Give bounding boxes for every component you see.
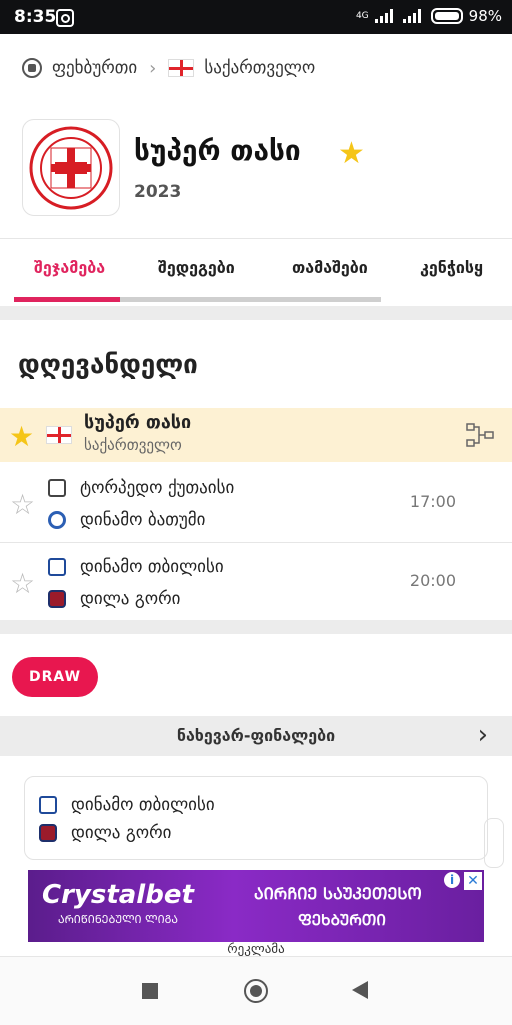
- card-team-1-name: დინამო თბილისი: [71, 795, 215, 815]
- away-team: დინამო ბათუმი: [48, 508, 205, 532]
- tab-summary[interactable]: შეჯამება: [34, 258, 105, 277]
- competition-title: სუპერ თასი: [134, 134, 301, 167]
- status-time: 8:35: [14, 7, 57, 27]
- card-team-2: დილა გორი: [39, 821, 171, 845]
- back-icon[interactable]: [352, 981, 368, 999]
- match-star-icon[interactable]: ☆: [10, 567, 35, 600]
- match-star-icon[interactable]: ☆: [10, 488, 35, 521]
- tab-active-indicator: [14, 297, 120, 302]
- recents-icon[interactable]: [142, 983, 158, 999]
- ad-label: რეკლამა: [227, 942, 285, 957]
- ad-info-icon[interactable]: i: [444, 872, 460, 888]
- match-row[interactable]: ☆ ტორპედო ქუთაისი დინამო ბათუმი 17:00: [0, 464, 512, 543]
- tab-results[interactable]: შედეგები: [158, 258, 235, 277]
- bracket-card-next[interactable]: [484, 818, 504, 868]
- torpedo-crest-icon: [48, 479, 66, 497]
- ad-subtitle: ᲐᲠᲘᲬᲘᲜᲔᲑᲣᲚᲘ ᲚᲘᲒᲐ: [58, 913, 178, 926]
- chevron-right-icon: ›: [149, 57, 157, 79]
- dinamo-tbilisi-crest-icon: [48, 558, 66, 576]
- away-team-name: დინამო ბათუმი: [80, 510, 206, 530]
- card-team-2-name: დილა გორი: [71, 823, 172, 843]
- dila-gori-crest-icon: [48, 590, 66, 608]
- home-team-name: ტორპედო ქუთაისი: [80, 478, 235, 498]
- status-right: 4G 98%: [356, 7, 502, 25]
- card-team-1: დინამო თბილისი: [39, 793, 215, 817]
- favorite-star-icon[interactable]: ★: [338, 136, 365, 171]
- breadcrumb-sport[interactable]: ფეხბურთი: [52, 58, 137, 78]
- section-title: დღევანდელი: [18, 350, 198, 380]
- draw-button[interactable]: DRAW: [12, 657, 98, 697]
- instagram-icon: [56, 9, 74, 27]
- dinamo-tbilisi-crest-icon: [39, 796, 57, 814]
- match-row[interactable]: ☆ დინამო თბილისი დილა გორი 20:00: [0, 543, 512, 622]
- battery-level: 98%: [468, 7, 502, 25]
- dinamo-batumi-crest-icon: [48, 511, 66, 529]
- ad-headline-2: ᲤᲔᲮᲑᲣᲠᲗᲘ: [298, 911, 386, 929]
- bracket-icon[interactable]: [466, 423, 494, 447]
- georgia-flag-icon: [46, 426, 72, 444]
- tab-fixtures[interactable]: თამაშები: [292, 258, 368, 277]
- ad-headline: ᲐᲘᲠᲩᲘᲔ ᲡᲐᲣᲙᲔᲗᲔᲡᲝ: [254, 884, 422, 903]
- signal-icon: [374, 9, 397, 23]
- match-time: 20:00: [409, 571, 456, 590]
- away-team-name: დილა გორი: [80, 589, 181, 609]
- ad-brand: Crystalbet: [42, 880, 194, 910]
- signal-icon-2: [402, 9, 425, 23]
- status-bar: 8:35 4G 98%: [0, 0, 512, 34]
- battery-icon: [430, 8, 463, 24]
- breadcrumb-country[interactable]: საქართველო: [204, 58, 315, 78]
- match-time: 17:00: [409, 492, 456, 511]
- tab-scrollbar: [14, 297, 381, 302]
- home-team-name: დინამო თბილისი: [80, 557, 224, 577]
- competition-year[interactable]: 2023: [134, 182, 181, 202]
- league-country: საქართველო: [84, 436, 182, 454]
- dila-gori-crest-icon: [39, 824, 57, 842]
- divider: [0, 238, 512, 239]
- gff-logo-icon: [29, 126, 113, 209]
- competition-logo: [22, 119, 120, 216]
- network-type: 4G: [355, 11, 369, 21]
- round-label: ნახევარ-ფინალები: [176, 726, 336, 745]
- league-header[interactable]: ★ სუპერ თასი საქართველო: [0, 408, 512, 462]
- breadcrumb: ფეხბურთი › საქართველო: [22, 56, 315, 80]
- section-gap: [0, 306, 512, 320]
- league-star-icon[interactable]: ★: [9, 420, 34, 453]
- soccer-ball-icon: [22, 58, 42, 78]
- section-gap: [0, 620, 512, 634]
- tab-bar: შეჯამება შედეგები თამაშები კენჭისყ: [0, 258, 512, 288]
- home-team: ტორპედო ქუთაისი: [48, 476, 234, 500]
- home-team: დინამო თბილისი: [48, 555, 224, 579]
- league-name: სუპერ თასი: [84, 412, 192, 433]
- georgia-flag-icon: [168, 59, 195, 77]
- away-team: დილა გორი: [48, 587, 180, 611]
- chevron-right-icon[interactable]: ›: [478, 720, 488, 750]
- ad-banner[interactable]: Crystalbet ᲐᲠᲘᲬᲘᲜᲔᲑᲣᲚᲘ ᲚᲘᲒᲐ ᲐᲘᲠᲩᲘᲔ ᲡᲐᲣᲙᲔ…: [28, 870, 484, 942]
- round-selector[interactable]: ნახევარ-ფინალები ›: [0, 716, 512, 756]
- tab-draw[interactable]: კენჭისყ: [420, 258, 512, 277]
- home-icon[interactable]: [244, 979, 268, 1003]
- bracket-card[interactable]: დინამო თბილისი დილა გორი: [24, 776, 488, 860]
- ad-close-icon[interactable]: ✕: [464, 872, 482, 890]
- system-nav-bar: [0, 956, 512, 1025]
